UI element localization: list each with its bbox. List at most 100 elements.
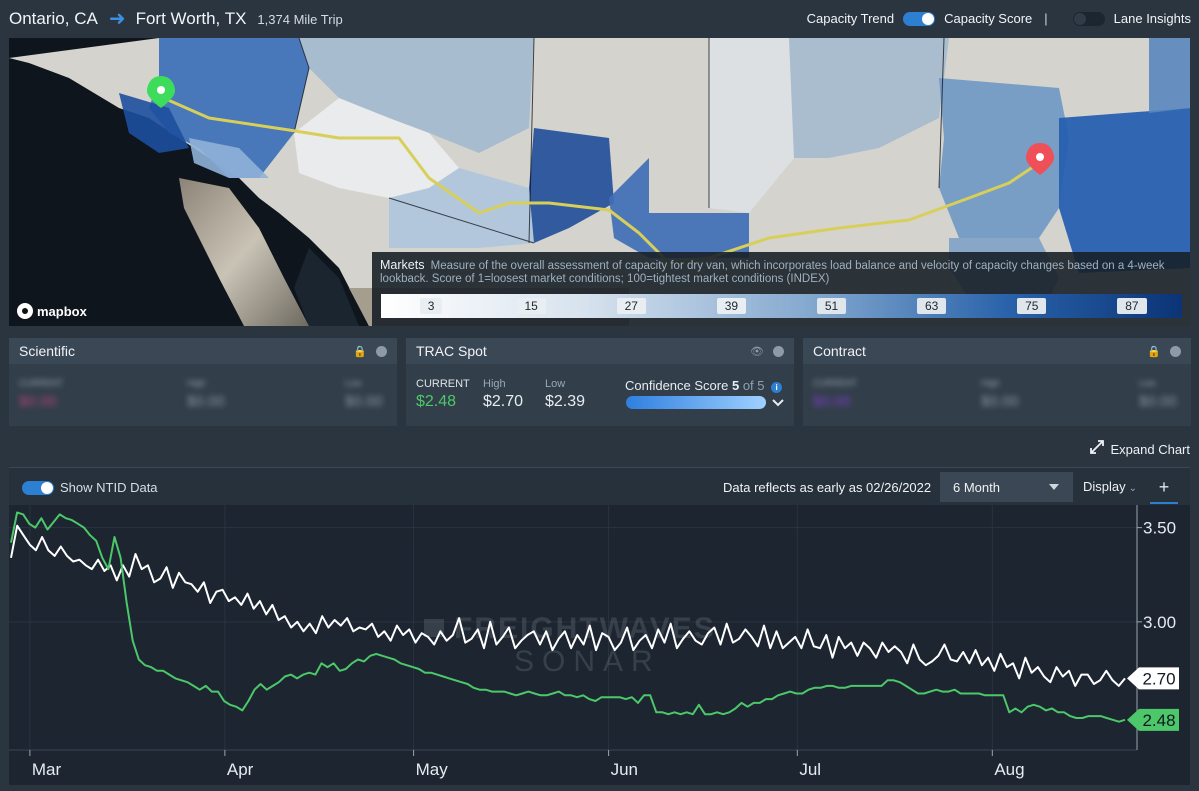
toggle-separator: | <box>1044 11 1048 26</box>
scale-value: 51 <box>816 298 847 314</box>
lane-insights-toggle[interactable] <box>1072 11 1105 26</box>
high-rate: High $0.00 <box>981 378 1019 410</box>
x-tick-label: Aug <box>994 760 1024 779</box>
x-tick-label: Jun <box>611 760 638 779</box>
confidence-bar <box>626 396 766 409</box>
time-range-value: 6 Month <box>953 479 1000 495</box>
chart-toolbar: Show NTID Data Data reflects as early as… <box>9 467 1190 505</box>
info-icon[interactable]: i <box>771 382 783 393</box>
low-label: Low <box>345 378 362 388</box>
low-rate: Low $0.00 <box>345 378 383 410</box>
display-label: Display <box>1083 479 1126 494</box>
last-value-label: 2.70 <box>1142 669 1175 688</box>
high-value: $0.00 <box>187 393 225 410</box>
card-body: CURRENT $0.00 High $0.00 Low $0.00 <box>803 364 1191 426</box>
expand-chart-button[interactable]: Expand Chart <box>1089 439 1191 459</box>
capacity-score-label[interactable]: Capacity Score <box>944 11 1032 26</box>
y-tick-label: 3.50 <box>1143 519 1176 538</box>
x-tick-label: May <box>416 760 449 779</box>
card-body: CURRENT $0.00 High $0.00 Low $0.00 <box>9 364 397 426</box>
mapbox-attribution: mapbox <box>37 303 87 319</box>
card-body: CURRENT $2.48 High $2.70 Low $2.39 Confi… <box>406 364 794 426</box>
high-rate: High $0.00 <box>187 378 225 410</box>
current-label: CURRENT <box>19 378 63 388</box>
x-tick-label: Apr <box>227 760 254 779</box>
market-ok <box>1149 38 1190 113</box>
info-icon[interactable]: i <box>1170 345 1181 357</box>
current-label: CURRENT <box>813 378 857 388</box>
capacity-trend-label[interactable]: Capacity Trend <box>807 11 894 26</box>
ntid-toggle[interactable] <box>22 480 54 495</box>
watermark-bottom: SONAR <box>514 645 661 678</box>
low-rate: Low $0.00 <box>1139 378 1177 410</box>
low-rate: Low $2.39 <box>545 378 585 411</box>
capacity-mode-toggle[interactable] <box>903 11 936 26</box>
high-label: High <box>187 378 206 388</box>
ntid-label[interactable]: Show NTID Data <box>60 480 158 495</box>
eye-icon[interactable]: 👁 <box>750 345 764 358</box>
market-dallas <box>1059 108 1190 273</box>
confidence-score: Confidence Score 5 of 5 i <box>625 378 783 393</box>
bottom-strip <box>0 785 1199 791</box>
legend-title: Markets <box>380 258 425 272</box>
high-value: $2.70 <box>483 393 524 410</box>
destination-label: Fort Worth, TX <box>135 9 247 28</box>
high-label: High <box>483 378 506 390</box>
scale-value: 27 <box>616 298 646 314</box>
lock-icon: 🔒 <box>1147 345 1161 358</box>
lane-header: Ontario, CA ➜ Fort Worth, TX 1,374 Mile … <box>0 0 1199 38</box>
low-value: $0.00 <box>1139 393 1177 410</box>
rate-chart[interactable]: FREIGHTWAVES SONAR Mar Apr May Jun Jul Aug 3.… <box>9 505 1190 785</box>
scale-value: 75 <box>1017 298 1047 314</box>
contract-card: Contract 🔒 i CURRENT $0.00 High $0.00 Lo… <box>803 338 1191 426</box>
current-rate: CURRENT $2.48 <box>416 378 470 411</box>
ntid-toggle-group: Show NTID Data <box>22 480 158 495</box>
y-tick-label: 3.00 <box>1143 613 1176 632</box>
display-menu-button[interactable]: Display ⌄ <box>1083 479 1137 494</box>
capacity-map[interactable]: mapbox Markets Measure of the overall as… <box>9 38 1190 326</box>
confidence-label: Confidence Score <box>625 378 729 393</box>
confidence-max: of 5 <box>742 378 765 393</box>
mapbox-icon <box>17 303 33 319</box>
route-title: Ontario, CA ➜ Fort Worth, TX 1,374 Mile … <box>9 9 343 29</box>
card-title: TRAC Spot <box>416 343 487 359</box>
expand-icon <box>1089 439 1105 459</box>
chevron-down-icon[interactable] <box>772 396 784 410</box>
current-rate: CURRENT $0.00 <box>19 378 63 410</box>
x-tick-label: Mar <box>32 760 62 779</box>
legend-scale: 3 15 27 39 51 63 75 87 <box>381 294 1182 318</box>
data-reflects-text: Data reflects as early as 02/26/2022 <box>723 480 932 495</box>
expand-chart-label: Expand Chart <box>1110 441 1191 457</box>
chevron-down-icon: ⌄ <box>1128 483 1138 494</box>
confidence-value: 5 <box>731 378 740 393</box>
high-label: High <box>981 378 1000 388</box>
low-label: Low <box>545 378 566 390</box>
lock-icon: 🔒 <box>353 345 367 358</box>
scale-value: 63 <box>917 298 947 314</box>
chart-canvas: FREIGHTWAVES SONAR Mar Apr May Jun Jul Aug 3.… <box>9 505 1179 779</box>
markets-legend: Markets Measure of the overall assessmen… <box>372 252 1190 326</box>
last-value-label: 2.48 <box>1142 711 1175 730</box>
scale-value: 3 <box>419 298 443 314</box>
current-rate: CURRENT $0.00 <box>813 378 857 410</box>
info-icon[interactable]: i <box>376 345 387 357</box>
time-range-select[interactable]: 6 Month <box>940 472 1073 502</box>
low-value: $2.39 <box>545 393 586 410</box>
low-label: Low <box>1139 378 1156 388</box>
card-header: Scientific 🔒 i <box>9 338 397 364</box>
legend-description: Markets Measure of the overall assessmen… <box>380 259 1182 286</box>
low-value: $0.00 <box>345 393 383 410</box>
y-axis: 3.50 3.00 <box>1137 519 1176 632</box>
crosshair-icon[interactable]: + <box>1150 474 1178 504</box>
scale-value: 87 <box>1117 298 1147 314</box>
card-header: TRAC Spot 👁 i <box>406 338 794 364</box>
trac-spot-card: TRAC Spot 👁 i CURRENT $2.48 High $2.70 L… <box>406 338 794 426</box>
info-icon[interactable]: i <box>773 345 784 357</box>
legend-text: Measure of the overall assessment of cap… <box>380 260 1165 285</box>
x-axis: Mar Apr May Jun Jul Aug <box>29 750 1025 779</box>
card-title: Contract <box>813 343 866 359</box>
high-value: $0.00 <box>981 393 1019 410</box>
lane-insights-label[interactable]: Lane Insights <box>1114 11 1191 26</box>
caret-down-icon <box>1049 484 1059 490</box>
trip-distance: 1,374 Mile Trip <box>257 11 343 27</box>
